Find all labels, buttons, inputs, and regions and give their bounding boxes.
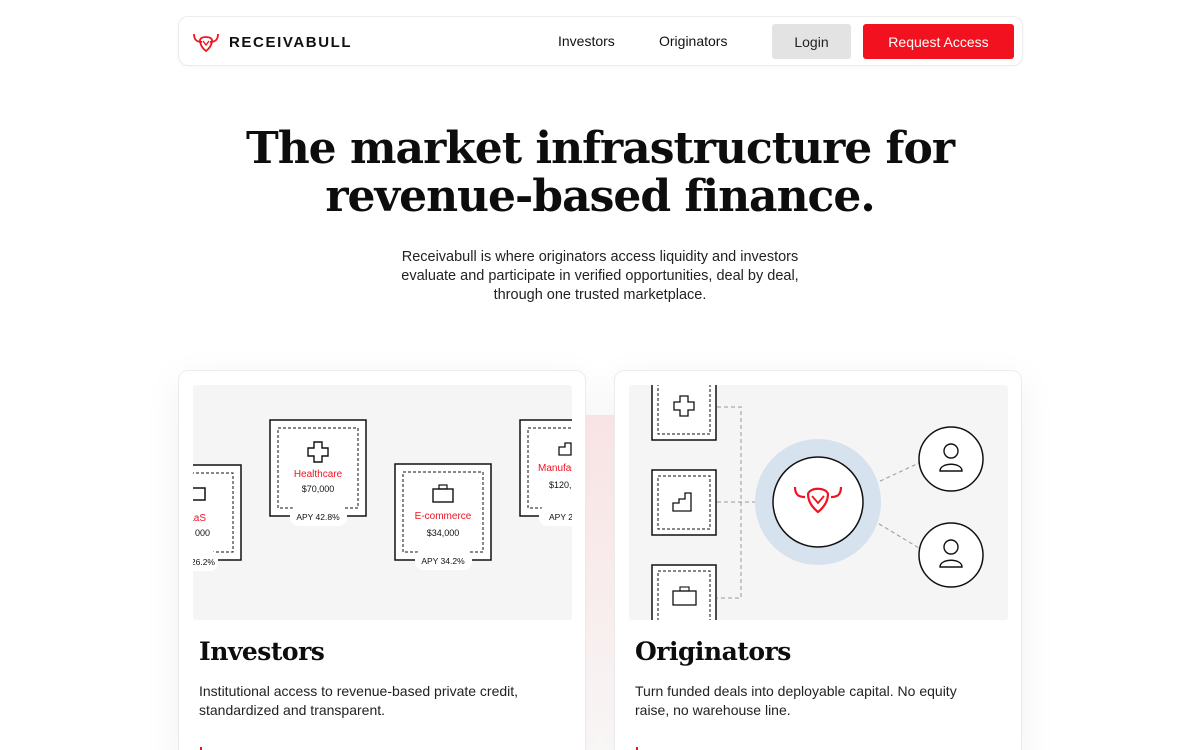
deal-amount: $120, (549, 480, 572, 490)
deal-amount: 000 (195, 528, 210, 538)
hero-subtitle-line: Receivabull is where originators access … (401, 249, 799, 265)
deal-amount: $34,000 (427, 528, 460, 538)
originators-illustration (629, 385, 1008, 620)
description-line: Turn funded deals into deployable capita… (635, 683, 957, 699)
deal-card-manufacturing: Manufac $120, APY 2 (519, 419, 572, 526)
hero-subtitle-line: through one trusted marketplace. (493, 287, 707, 303)
investor-node (918, 426, 984, 492)
top-nav: RECEIVABULL Investors Originators Login … (178, 16, 1023, 66)
hero-title: The market infrastructure for revenue-ba… (200, 125, 1000, 221)
deal-sector: aaS (193, 513, 206, 524)
hero-subtitle-line: evaluate and participate in verified opp… (401, 268, 799, 284)
originator-box-manufacturing (651, 469, 717, 536)
hero-title-line: The market infrastructure for (245, 123, 955, 174)
originators-description: Turn funded deals into deployable capita… (635, 682, 985, 720)
description-line: standardized and transparent. (199, 702, 386, 718)
deal-sector: Healthcare (294, 469, 343, 480)
nav-link-originators[interactable]: Originators (659, 33, 727, 49)
investors-title: Investors (199, 637, 325, 666)
deal-card-ecommerce: E-commerce $34,000 APY 34.2% (394, 463, 492, 570)
login-button[interactable]: Login (772, 24, 851, 59)
description-line: Institutional access to revenue-based pr… (199, 683, 519, 699)
hero-title-line: revenue-based finance. (325, 171, 875, 222)
originators-card[interactable]: Originators Turn funded deals into deplo… (614, 370, 1022, 750)
brand[interactable]: RECEIVABULL (191, 30, 352, 54)
bull-logo-icon (193, 33, 219, 53)
brand-name: RECEIVABULL (229, 33, 353, 51)
investors-description: Institutional access to revenue-based pr… (199, 682, 549, 720)
investors-card[interactable]: aaS 000 26.2% Healthcare $70,000 APY 42.… (178, 370, 586, 750)
originator-box-ecommerce (651, 564, 717, 620)
investors-illustration: aaS 000 26.2% Healthcare $70,000 APY 42.… (193, 385, 572, 620)
deal-apy: APY 34.2% (421, 556, 465, 566)
description-line: raise, no warehouse line. (635, 702, 791, 718)
deal-apy: APY 2 (549, 512, 572, 522)
request-access-button[interactable]: Request Access (863, 24, 1014, 59)
hero-subtitle: Receivabull is where originators access … (380, 248, 820, 305)
deal-apy: APY 42.8% (296, 512, 340, 522)
deal-amount: $70,000 (302, 484, 335, 494)
deal-sector: Manufac (538, 463, 572, 474)
deal-sector: E-commerce (415, 511, 472, 522)
deal-card-healthcare: Healthcare $70,000 APY 42.8% (269, 419, 367, 526)
originator-box-healthcare (651, 385, 717, 441)
nav-link-investors[interactable]: Investors (558, 33, 615, 49)
deal-apy: 26.2% (193, 557, 215, 567)
investor-node (918, 522, 984, 588)
originators-title: Originators (635, 637, 791, 666)
deal-card-saas: aaS 000 26.2% (193, 464, 242, 571)
receivabull-hub (755, 439, 881, 565)
